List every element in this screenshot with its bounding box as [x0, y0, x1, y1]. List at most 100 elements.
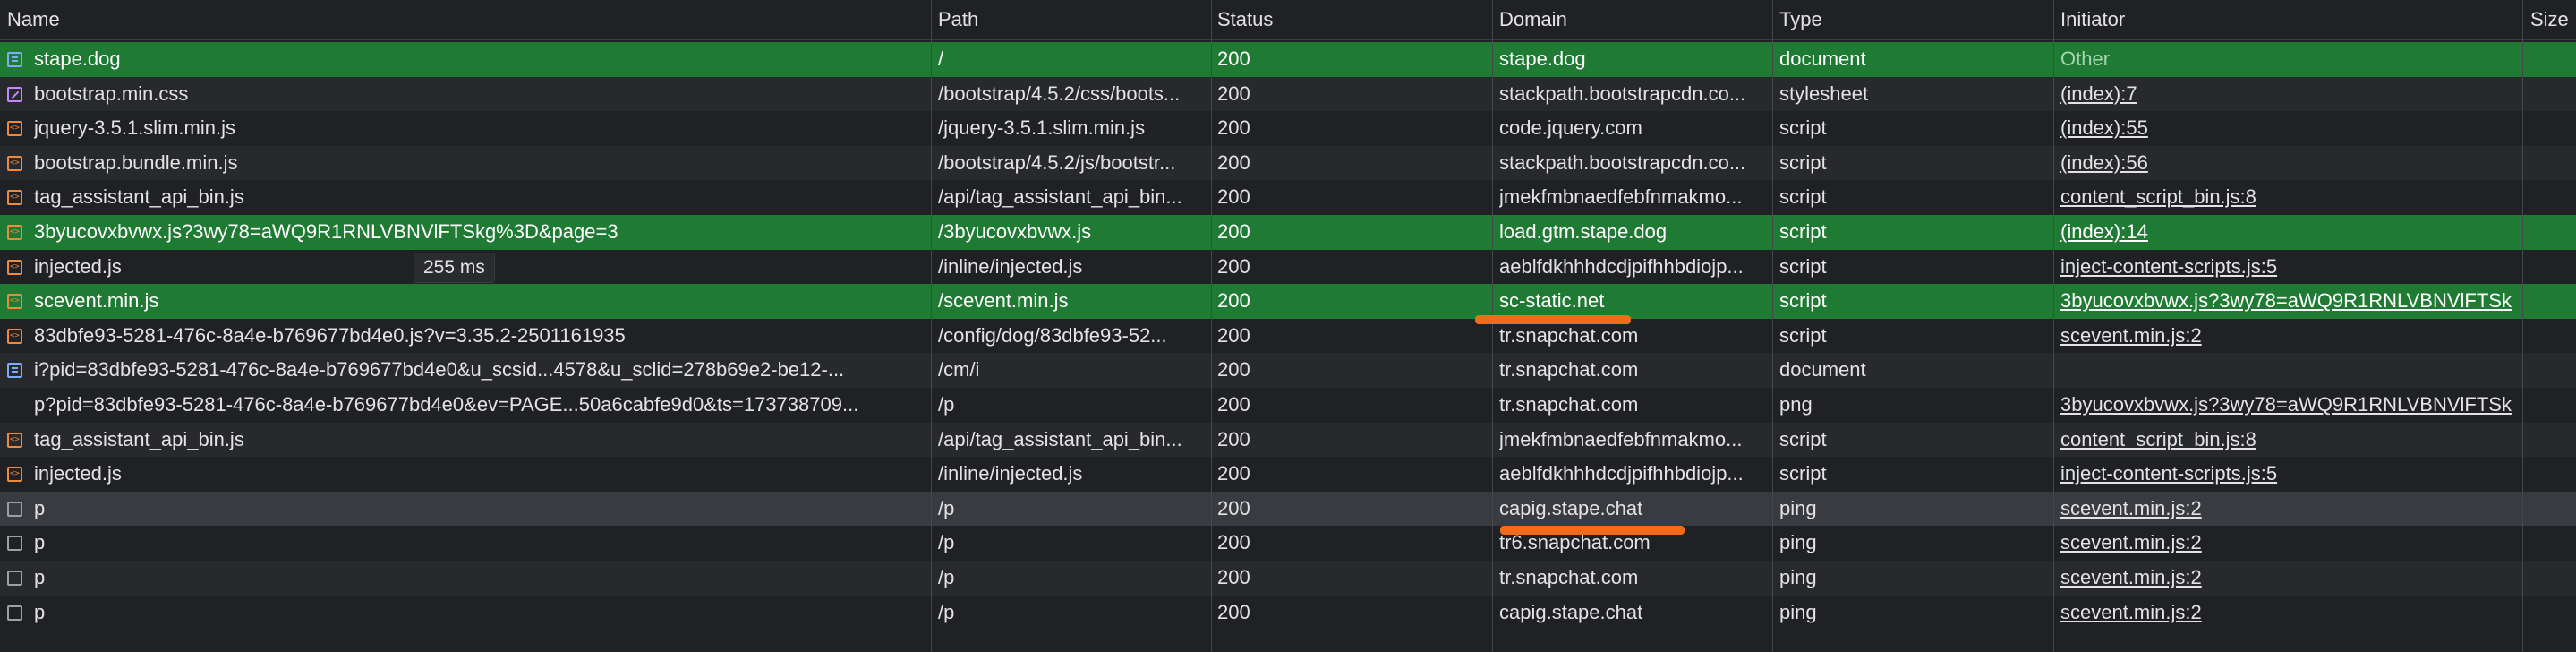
- request-size: [2530, 388, 2576, 423]
- request-path: /cm/i: [938, 358, 980, 382]
- request-type: document: [1779, 358, 1866, 382]
- request-status: 200: [1217, 47, 1250, 70]
- table-row[interactable]: tag_assistant_api_bin.js/api/tag_assista…: [0, 180, 2576, 215]
- request-size: [2530, 215, 2576, 250]
- request-name: jquery-3.5.1.slim.min.js: [34, 116, 235, 140]
- column-divider[interactable]: [2522, 0, 2523, 652]
- request-path: /inline/injected.js: [938, 254, 1083, 278]
- request-name-cell[interactable]: p?pid=83dbfe93-5281-476c-8a4e-b769677bd4…: [7, 388, 925, 423]
- request-initiator-link[interactable]: inject-content-scripts.js:5: [2060, 457, 2519, 492]
- table-row[interactable]: 3byucovxbvwx.js?3wy78=aWQ9R1RNLVBNVlFTSk…: [0, 215, 2576, 250]
- ping-icon: [7, 570, 22, 586]
- request-status: 200: [1217, 254, 1250, 278]
- request-initiator-link[interactable]: scevent.min.js:2: [2060, 561, 2519, 596]
- column-divider[interactable]: [1772, 0, 1773, 652]
- table-row[interactable]: injected.js/inline/injected.js200aeblfdk…: [0, 249, 2576, 285]
- request-name-cell[interactable]: scevent.min.js: [7, 284, 925, 319]
- request-initiator-link[interactable]: (index):14: [2060, 215, 2519, 250]
- request-name-cell[interactable]: stape.dog: [7, 42, 925, 77]
- request-name-cell[interactable]: tag_assistant_api_bin.js: [7, 180, 925, 215]
- request-initiator-link[interactable]: (index):55: [2060, 111, 2519, 146]
- highlight-underline-mark: [1500, 526, 1685, 535]
- table-row[interactable]: jquery-3.5.1.slim.min.js/jquery-3.5.1.sl…: [0, 111, 2576, 146]
- highlight-underline-mark: [1475, 315, 1631, 324]
- stylesheet-icon: [7, 86, 22, 102]
- request-name: bootstrap.bundle.min.js: [34, 150, 238, 174]
- request-initiator-link[interactable]: [2060, 353, 2519, 388]
- table-row[interactable]: scevent.min.js/scevent.min.js 200 sc-stati…: [0, 284, 2576, 319]
- request-type: ping: [1779, 566, 1817, 588]
- script-icon: [7, 319, 22, 353]
- column-header-size[interactable]: Size: [2530, 0, 2576, 39]
- table-header: Name Path Status Domain Type Initiator S…: [0, 0, 2576, 40]
- network-request-table: Name Path Status Domain Type Initiator S…: [0, 0, 2576, 652]
- request-type: ping: [1779, 531, 1817, 554]
- table-row[interactable]: bootstrap.min.css/bootstrap/4.5.2/css/bo…: [0, 76, 2576, 112]
- request-initiator-link[interactable]: scevent.min.js:2: [2060, 319, 2519, 354]
- request-initiator-link[interactable]: (index):7: [2060, 77, 2519, 112]
- request-initiator-link[interactable]: scevent.min.js:2: [2060, 526, 2519, 561]
- request-type: script: [1779, 185, 1827, 209]
- table-row[interactable]: p/p 200 capig.stape.chat ping scevent.min.js…: [0, 595, 2576, 631]
- request-type: script: [1779, 323, 1827, 347]
- column-divider[interactable]: [1492, 0, 1493, 652]
- request-initiator-link[interactable]: scevent.min.js:2: [2060, 596, 2519, 631]
- request-path: /p: [938, 496, 955, 519]
- request-name-cell[interactable]: p: [7, 492, 925, 527]
- table-row[interactable]: p/p 200 tr6.snapchat.com ping scevent.min.js…: [0, 526, 2576, 561]
- request-name-cell[interactable]: 3byucovxbvwx.js?3wy78=aWQ9R1RNLVBNVlFTSk…: [7, 215, 925, 250]
- request-name: bootstrap.min.css: [34, 82, 189, 105]
- request-name-cell[interactable]: 83dbfe93-5281-476c-8a4e-b769677bd4e0.js?…: [7, 319, 925, 353]
- request-name-cell[interactable]: injected.js: [7, 457, 925, 492]
- request-name-cell[interactable]: p: [7, 526, 925, 561]
- request-type: ping: [1779, 600, 1817, 623]
- column-header-path[interactable]: Path: [938, 0, 1203, 39]
- request-size: [2530, 77, 2576, 112]
- request-path: /p: [938, 566, 955, 588]
- request-initiator-link[interactable]: (index):56: [2060, 146, 2519, 181]
- request-initiator-link[interactable]: 3byucovxbvwx.js?3wy78=aWQ9R1RNLVBNVlFTSk: [2060, 284, 2519, 319]
- column-header-name[interactable]: Name: [7, 0, 925, 39]
- request-name-cell[interactable]: i?pid=83dbfe93-5281-476c-8a4e-b769677bd4…: [7, 353, 925, 388]
- request-name-cell[interactable]: jquery-3.5.1.slim.min.js: [7, 111, 925, 146]
- request-initiator-link[interactable]: inject-content-scripts.js:5: [2060, 250, 2519, 285]
- table-row[interactable]: tag_assistant_api_bin.js/api/tag_assista…: [0, 422, 2576, 458]
- column-header-status[interactable]: Status: [1217, 0, 1486, 39]
- request-name-cell[interactable]: bootstrap.min.css: [7, 77, 925, 112]
- request-initiator-link[interactable]: scevent.min.js:2: [2060, 492, 2519, 527]
- column-header-type[interactable]: Type: [1779, 0, 2048, 39]
- table-row[interactable]: 83dbfe93-5281-476c-8a4e-b769677bd4e0.js?…: [0, 318, 2576, 354]
- request-domain: capig.stape.chat: [1499, 496, 1643, 519]
- table-row[interactable]: p/p 200 capig.stape.chat ping scevent.min.js…: [0, 491, 2576, 527]
- request-initiator-link[interactable]: content_script_bin.js:8: [2060, 180, 2519, 215]
- column-header-domain[interactable]: Domain: [1499, 0, 1763, 39]
- column-header-initiator[interactable]: Initiator: [2060, 0, 2519, 39]
- request-name-cell[interactable]: bootstrap.bundle.min.js: [7, 146, 925, 180]
- request-name-cell[interactable]: tag_assistant_api_bin.js: [7, 423, 925, 457]
- table-row[interactable]: bootstrap.bundle.min.js/bootstrap/4.5.2/…: [0, 145, 2576, 181]
- column-divider[interactable]: [2053, 0, 2054, 652]
- request-type: document: [1779, 47, 1866, 70]
- request-name-cell[interactable]: p: [7, 561, 925, 596]
- request-type: png: [1779, 393, 1813, 416]
- table-row[interactable]: stape.dog / 200 stape.dog document Other: [0, 42, 2576, 77]
- request-name-cell[interactable]: p: [7, 596, 925, 631]
- table-row[interactable]: i?pid=83dbfe93-5281-476c-8a4e-b769677bd4…: [0, 353, 2576, 388]
- script-icon: [7, 180, 22, 215]
- request-domain: stackpath.bootstrapcdn.co...: [1499, 82, 1746, 105]
- request-initiator-link[interactable]: content_script_bin.js:8: [2060, 423, 2519, 458]
- request-size: [2530, 492, 2576, 527]
- request-type: script: [1779, 220, 1827, 243]
- table-row[interactable]: p/p 200 tr.snapchat.com ping scevent.min.js:…: [0, 561, 2576, 596]
- table-row[interactable]: injected.js/inline/injected.js200aeblfdk…: [0, 457, 2576, 492]
- table-row[interactable]: p?pid=83dbfe93-5281-476c-8a4e-b769677bd4…: [0, 388, 2576, 423]
- request-size: [2530, 146, 2576, 181]
- request-size: [2530, 250, 2576, 285]
- column-divider[interactable]: [931, 0, 932, 652]
- request-domain: jmekfmbnaedfebfnmakmo...: [1499, 185, 1743, 209]
- request-status: 200: [1217, 150, 1250, 174]
- request-status: 200: [1217, 566, 1250, 588]
- column-divider[interactable]: [1211, 0, 1212, 652]
- request-initiator-link[interactable]: 3byucovxbvwx.js?3wy78=aWQ9R1RNLVBNVlFTSk: [2060, 388, 2519, 423]
- request-status: 200: [1217, 600, 1250, 623]
